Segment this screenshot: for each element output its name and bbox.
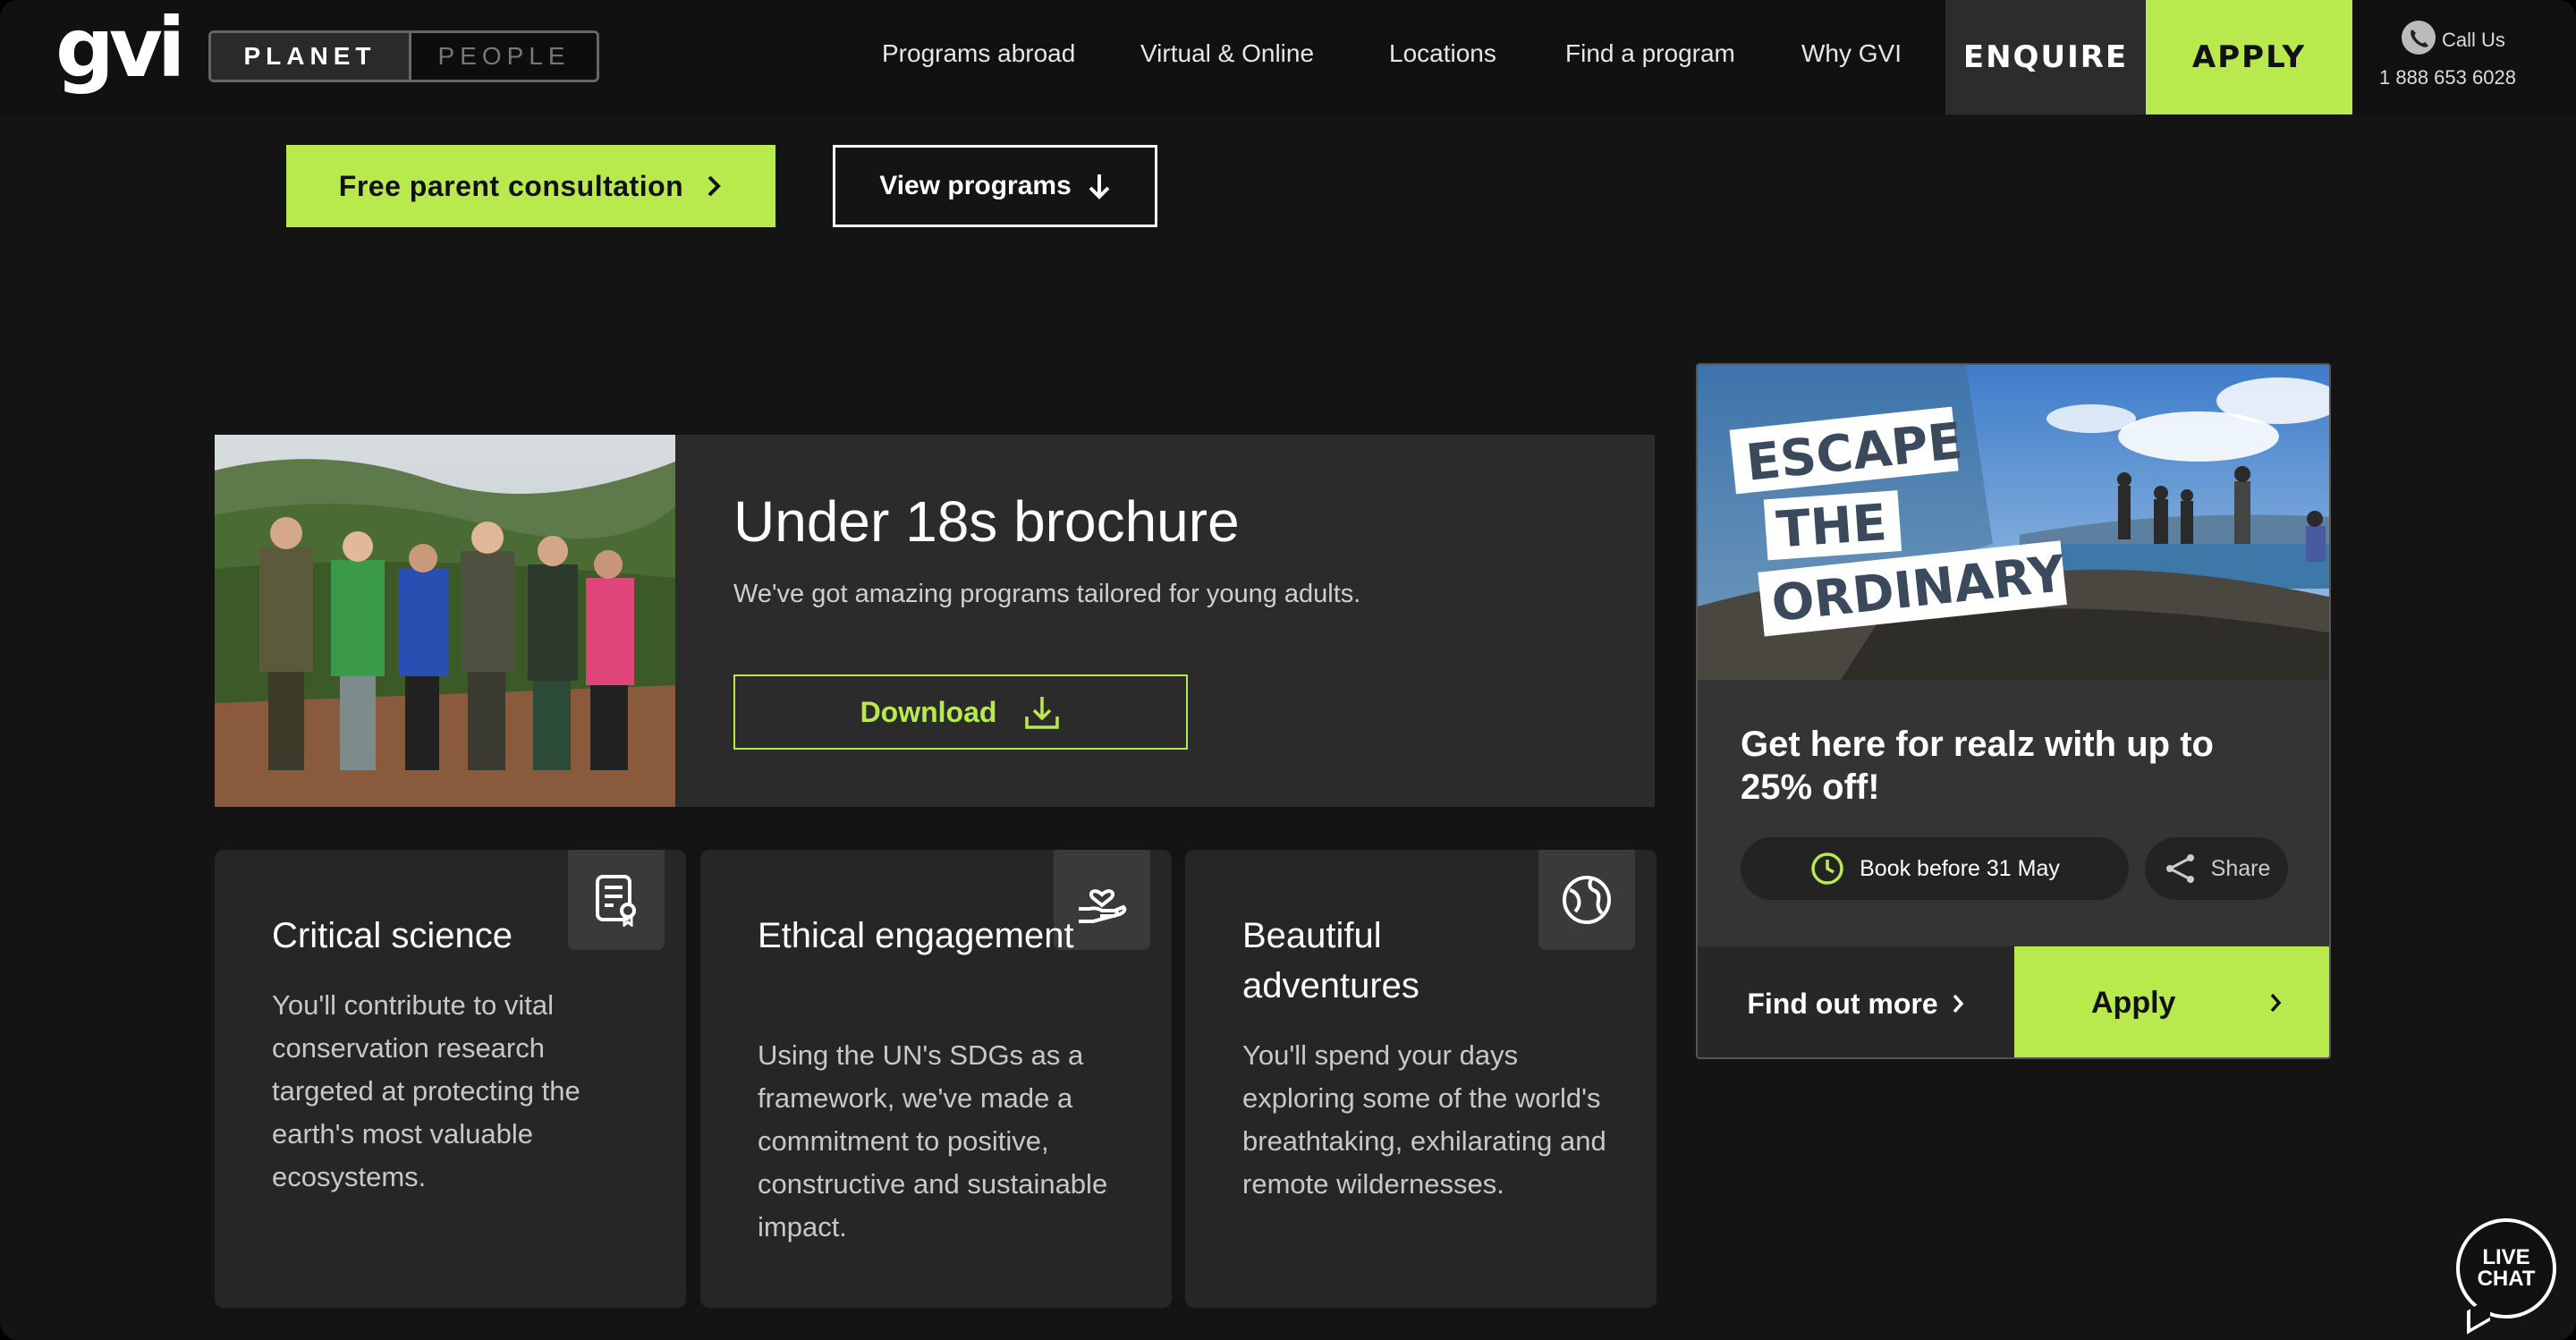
nav-why-gvi[interactable]: Why GVI <box>1801 39 1902 68</box>
live-chat-button[interactable]: LIVE CHAT <box>2456 1218 2556 1319</box>
promo-word-the: THE <box>1775 494 1889 559</box>
promo-heading: Get here for realz with up to 25% off! <box>1741 725 2214 807</box>
promo-card: ESCAPE THE ORDINARY Get here for realz w… <box>1696 363 2331 1059</box>
card-body: You'll contribute to vital conservation … <box>272 989 580 1192</box>
planet-people-toggle[interactable]: PLANET PEOPLE <box>208 30 599 82</box>
apply-promo-label: Apply <box>2091 986 2176 1020</box>
call-us-label: Call Us <box>2442 29 2505 51</box>
phone-icon <box>2402 21 2436 55</box>
card-body: Using the UN's SDGs as a framework, we'v… <box>758 1039 1108 1242</box>
download-label: Download <box>860 695 997 728</box>
heart-hand-icon <box>1079 889 1127 923</box>
free-consultation-button[interactable]: Free parent consultation <box>286 145 775 227</box>
nav-virtual-online[interactable]: Virtual & Online <box>1140 39 1314 68</box>
card-title: Ethical engagement <box>758 916 1074 955</box>
live-chat-line1: LIVE <box>2482 1245 2530 1269</box>
globe-icon <box>1563 876 1611 924</box>
brochure-title: Under 18s brochure <box>733 489 1240 554</box>
card-title: Critical science <box>272 916 513 955</box>
site-header: gvi PLANET PEOPLE Programs abroad Virtua… <box>0 0 2576 114</box>
apply-promo-button[interactable]: Apply <box>2014 946 2329 1057</box>
arrow-down-icon <box>1089 174 1110 199</box>
nav-programs-abroad[interactable]: Programs abroad <box>882 39 1075 68</box>
promo-image[interactable]: ESCAPE THE ORDINARY <box>1698 365 2329 680</box>
live-chat-line2: CHAT <box>2477 1267 2536 1291</box>
view-programs-button[interactable]: View programs <box>833 145 1157 227</box>
chevron-right-icon <box>708 175 722 197</box>
clock-icon <box>1811 852 1843 885</box>
card-title: Beautiful adventures <box>1242 916 1419 1005</box>
nav-find-program[interactable]: Find a program <box>1565 39 1735 68</box>
share-button[interactable]: Share <box>2145 837 2288 900</box>
brochure-panel: Under 18s brochure We've got amazing pro… <box>215 435 1655 807</box>
book-before-badge: Book before 31 May <box>1741 837 2129 900</box>
page-frame: gvi PLANET PEOPLE Programs abroad Virtua… <box>0 0 2576 1340</box>
card-body: You'll spend your days exploring some of… <box>1242 1039 1606 1200</box>
toggle-planet[interactable]: PLANET <box>211 33 411 80</box>
apply-button-header[interactable]: APPLY <box>2146 0 2352 114</box>
card-ethical-engagement: Ethical engagement Using the UN's SDGs a… <box>700 850 1172 1308</box>
download-icon <box>1025 697 1060 729</box>
card-critical-science: Critical science You'll contribute to vi… <box>215 850 686 1308</box>
chevron-right-icon <box>2270 993 2282 1013</box>
brochure-subtitle: We've got amazing programs tailored for … <box>733 580 1361 608</box>
gvi-logo[interactable]: gvi <box>55 7 185 89</box>
find-out-more-button[interactable]: Find out more <box>1698 946 2014 1057</box>
toggle-people[interactable]: PEOPLE <box>411 33 597 80</box>
share-icon <box>2165 854 2194 883</box>
download-button[interactable]: Download <box>733 674 1188 750</box>
chevron-right-icon <box>1953 994 1963 1013</box>
group-photo <box>215 435 675 807</box>
find-out-more-label: Find out more <box>1747 987 1938 1020</box>
view-programs-label: View programs <box>879 171 1072 200</box>
consult-label: Free parent consultation <box>338 169 684 202</box>
card-beautiful-adventures: Beautiful adventures You'll spend your d… <box>1185 850 1657 1308</box>
nav-locations[interactable]: Locations <box>1389 39 1496 68</box>
phone-number[interactable]: 1 888 653 6028 <box>2379 66 2516 89</box>
share-label: Share <box>2210 855 2271 881</box>
call-us[interactable]: Call Us 1 888 653 6028 <box>2379 20 2558 100</box>
enquire-button[interactable]: ENQUIRE <box>1945 0 2146 114</box>
certificate-icon <box>596 875 636 927</box>
book-before-label: Book before 31 May <box>1860 855 2060 881</box>
